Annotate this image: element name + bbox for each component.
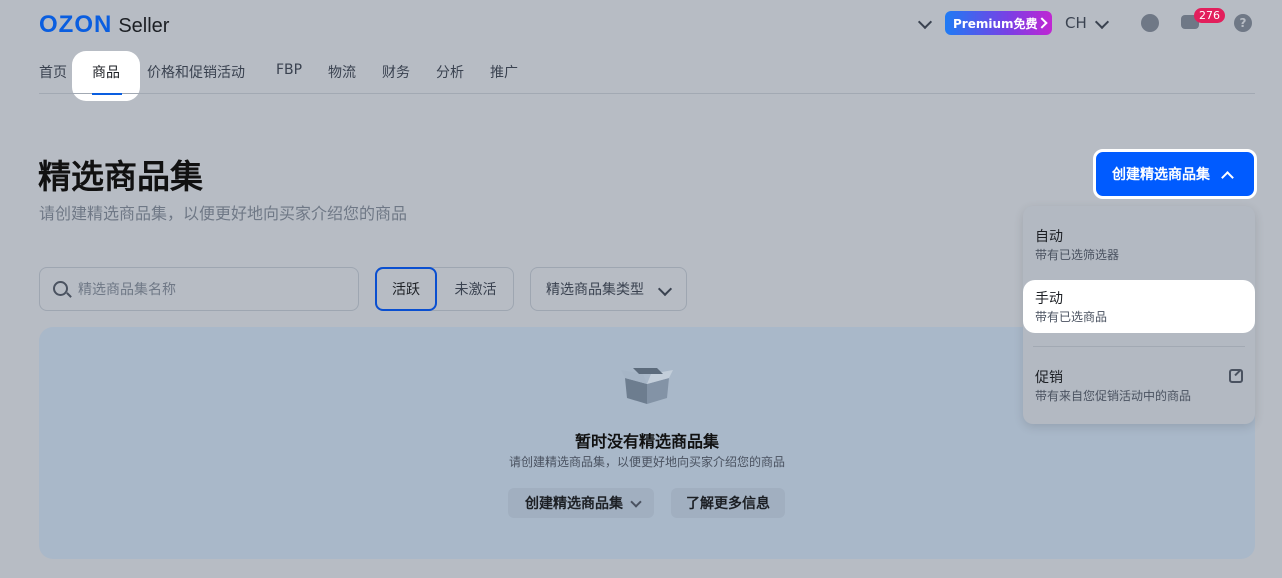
premium-button[interactable]: Premium免费 (945, 11, 1052, 35)
create-collection-secondary-label: 创建精选商品集 (525, 496, 623, 512)
menu-item-promo[interactable]: 促销 带有来自您促销活动中的商品 (1035, 367, 1191, 404)
premium-label: Premium免费 (953, 16, 1038, 31)
language-selector[interactable]: CH (1065, 14, 1087, 32)
segment-inactive[interactable]: 未激活 (437, 267, 514, 311)
search-input[interactable]: 精选商品集名称 (39, 267, 359, 311)
create-collection-button[interactable]: 创建精选商品集 (1093, 149, 1257, 199)
chevron-down-icon (657, 281, 673, 297)
segment-active[interactable]: 活跃 (375, 267, 437, 311)
menu-divider (1033, 346, 1245, 347)
nav-item-analytics[interactable]: 分析 (436, 62, 464, 82)
profile-icon[interactable] (1141, 14, 1159, 32)
chevron-down-icon (630, 496, 642, 508)
nav-divider (39, 93, 1255, 94)
search-placeholder: 精选商品集名称 (78, 282, 176, 298)
menu-item-subtitle: 带有已选筛选器 (1035, 248, 1120, 262)
menu-item-title: 促销 (1035, 370, 1063, 386)
create-collection-label: 创建精选商品集 (1112, 167, 1210, 183)
search-icon (53, 281, 68, 296)
collection-type-select[interactable]: 精选商品集类型 (530, 267, 687, 311)
chevron-right-icon (1036, 17, 1048, 29)
nav-item-products[interactable]: 商品 (72, 62, 140, 82)
chevron-up-icon (1221, 171, 1234, 184)
menu-item-title: 手动 (1035, 291, 1063, 307)
collection-type-label: 精选商品集类型 (546, 282, 644, 298)
language-label: CH (1065, 14, 1087, 32)
notification-badge: 276 (1194, 8, 1225, 23)
external-link-icon (1229, 369, 1243, 383)
chevron-down-icon[interactable] (917, 14, 933, 30)
menu-item-auto[interactable]: 自动 带有已选筛选器 (1035, 226, 1119, 263)
nav-active-underline (92, 93, 122, 95)
nav-item-home[interactable]: 首页 (39, 62, 67, 82)
logo-sub: Seller (118, 15, 170, 37)
chevron-down-icon[interactable] (1094, 14, 1110, 30)
ozon-seller-logo[interactable]: OZON Seller (39, 11, 169, 39)
page-subtitle: 请创建精选商品集，以便更好地向买家介绍您的商品 (39, 204, 408, 223)
create-collection-secondary-button[interactable]: 创建精选商品集 (508, 488, 654, 518)
nav-item-finance[interactable]: 财务 (382, 62, 410, 82)
menu-item-title: 自动 (1035, 229, 1063, 245)
menu-item-manual[interactable]: 手动 带有已选商品 (1035, 288, 1107, 325)
logo-mark: OZON (39, 11, 113, 38)
nav-item-promotion[interactable]: 推广 (490, 62, 518, 82)
help-icon[interactable]: ? (1234, 14, 1252, 32)
menu-item-subtitle: 带有来自您促销活动中的商品 (1035, 389, 1192, 403)
learn-more-button[interactable]: 了解更多信息 (671, 488, 785, 518)
nav-item-logistics[interactable]: 物流 (328, 62, 356, 82)
empty-box-icon (621, 368, 673, 404)
menu-item-subtitle: 带有已选商品 (1035, 310, 1108, 324)
nav-item-prices-promotions[interactable]: 价格和促销活动 (147, 62, 245, 82)
page-title: 精选商品集 (38, 157, 203, 196)
empty-state-subtitle: 请创建精选商品集，以便更好地向买家介绍您的商品 (508, 455, 785, 469)
empty-state-title: 暂时没有精选商品集 (574, 432, 719, 451)
nav-item-fbp[interactable]: FBP (276, 62, 302, 78)
